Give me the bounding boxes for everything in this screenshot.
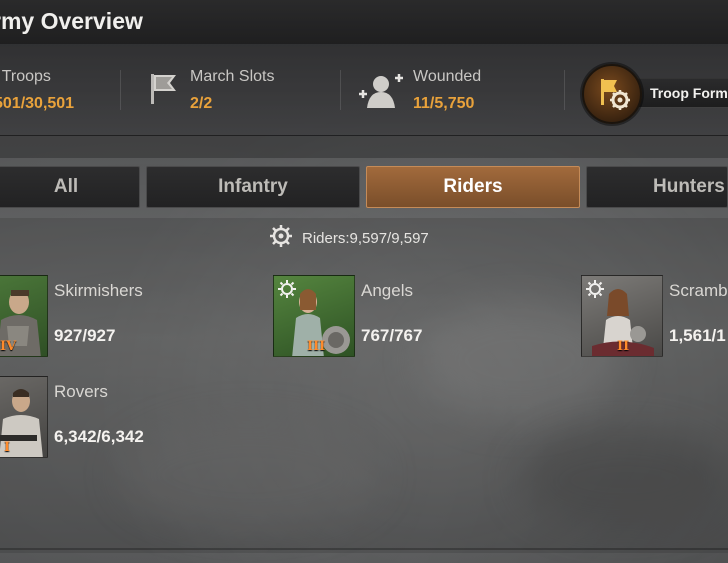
- stat-wounded-value: 11/5,750: [413, 95, 475, 112]
- stat-total-troops-value: 501/30,501: [0, 95, 75, 112]
- unit-tier: III: [307, 339, 326, 354]
- title-bar: rmy Overview: [0, 0, 728, 44]
- stat-wounded: Wounded 11/5,750: [355, 44, 555, 136]
- separator-band: [0, 136, 728, 158]
- stat-total-troops-label: l Troops: [0, 68, 51, 85]
- unit-name: Angels: [361, 281, 413, 300]
- stat-wounded-label: Wounded: [413, 68, 482, 85]
- troop-formation-label: Troop Form: [650, 85, 728, 101]
- unit-card-skirmishers[interactable]: IV Skirmishers 927/927: [0, 275, 226, 357]
- wounded-soldier-icon: [357, 70, 405, 115]
- unit-name: Rovers: [54, 382, 108, 401]
- stat-march-slots-value: 2/2: [190, 95, 213, 112]
- unit-tier: IV: [0, 339, 17, 354]
- tab-hunters[interactable]: Hunters: [586, 166, 728, 208]
- page-title: rmy Overview: [0, 8, 143, 34]
- bottom-divider: [0, 548, 728, 550]
- stat-divider: [340, 70, 341, 110]
- unit-count: 1,561/1: [669, 326, 726, 345]
- gear-badge-icon: [277, 279, 297, 304]
- troop-type-tabs: All Infantry Riders Hunters: [0, 166, 728, 210]
- stat-total-troops: l Troops 501/30,501: [0, 44, 110, 136]
- troop-formation-button[interactable]: Troop Form: [582, 64, 728, 124]
- stat-march-slots: March Slots 2/2: [138, 44, 328, 136]
- unit-card-scramblers[interactable]: II Scramb 1,561/1: [581, 275, 728, 357]
- unit-name: Scramb: [669, 281, 728, 300]
- stats-bar: l Troops 501/30,501 March Slots 2/2 Woun…: [0, 44, 728, 136]
- tab-riders[interactable]: Riders: [366, 166, 580, 208]
- riders-summary: Riders:9,597/9,597: [268, 225, 429, 251]
- unit-tier: II: [617, 339, 630, 354]
- tab-all-label: All: [53, 176, 79, 197]
- stat-march-slots-label: March Slots: [190, 68, 275, 85]
- unit-count: 767/767: [361, 326, 423, 345]
- tab-infantry[interactable]: Infantry: [146, 166, 360, 208]
- unit-tier: I: [4, 440, 11, 455]
- unit-count: 927/927: [54, 326, 116, 345]
- unit-name: Skirmishers: [54, 281, 143, 300]
- gear-icon: [268, 223, 294, 253]
- flag-icon: [142, 68, 182, 113]
- unit-card-angels[interactable]: III Angels 767/767: [273, 275, 533, 357]
- stat-divider: [564, 70, 565, 110]
- stat-divider: [120, 70, 121, 110]
- unit-card-rovers[interactable]: I Rovers 6,342/6,342: [0, 376, 226, 458]
- gear-badge-icon: [585, 279, 605, 304]
- tab-riders-label: Riders: [443, 176, 503, 197]
- flag-gear-icon: [582, 64, 642, 124]
- unit-count: 6,342/6,342: [54, 427, 144, 446]
- tab-hunters-label: Hunters: [653, 176, 725, 197]
- riders-summary-text: Riders:9,597/9,597: [302, 229, 429, 247]
- tab-all[interactable]: All: [0, 166, 140, 208]
- tab-infantry-label: Infantry: [218, 176, 288, 197]
